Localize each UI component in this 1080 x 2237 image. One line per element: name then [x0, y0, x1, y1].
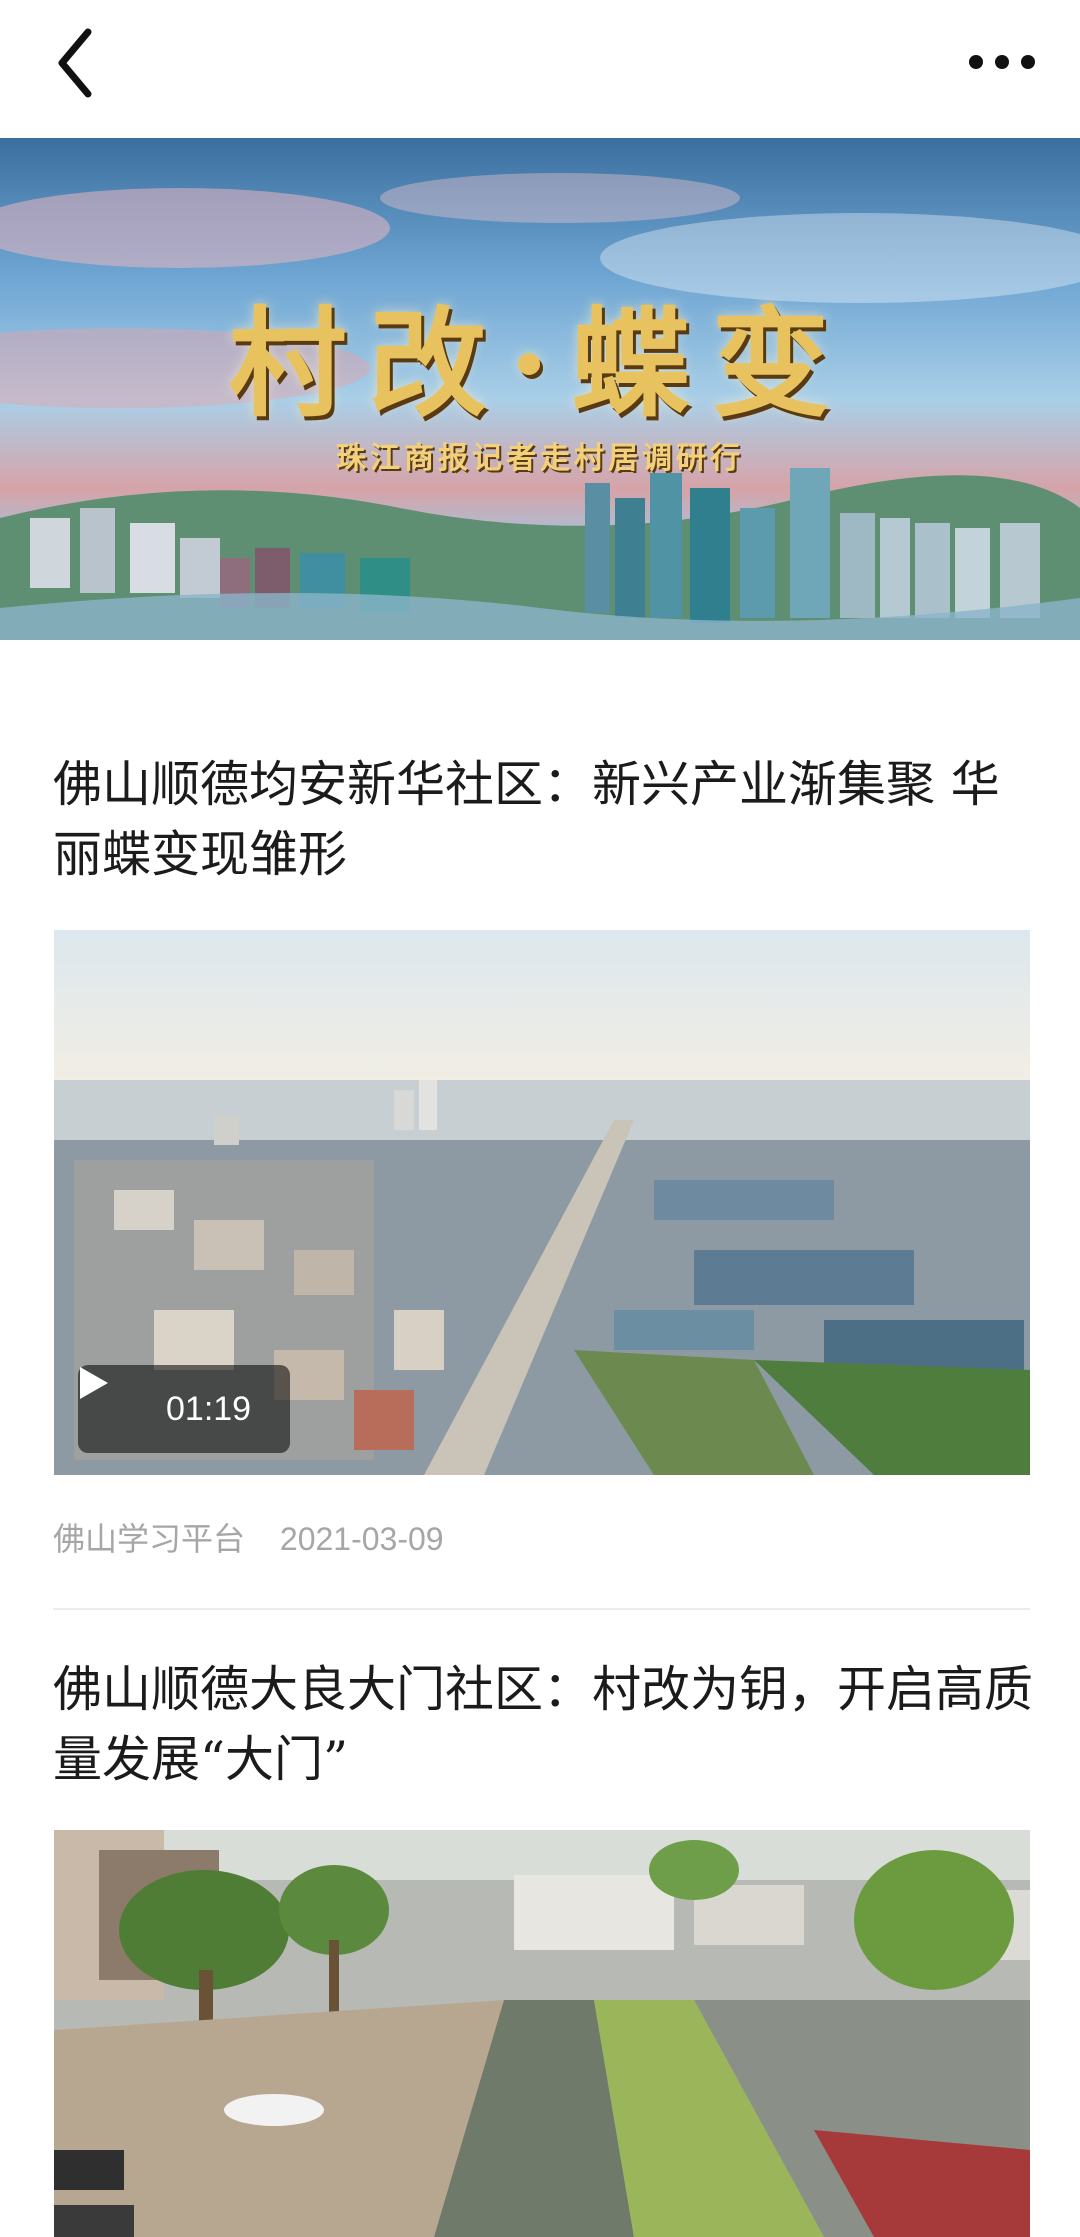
article-title-2[interactable]: 佛山顺德大良大门社区：村改为钥，开启高质量发展“大门” [53, 1655, 1033, 1795]
back-button[interactable] [50, 24, 110, 102]
chevron-left-icon [58, 28, 92, 98]
video-duration-badge[interactable]: 01:19 [78, 1365, 290, 1453]
header-banner: 村改·蝶变 珠江商报记者走村居调研行 [0, 138, 1080, 640]
top-nav-bar [0, 0, 1080, 138]
article-source: 佛山学习平台 [53, 1521, 246, 1557]
article-divider [53, 1608, 1030, 1610]
banner-title: 村改·蝶变 [228, 294, 852, 433]
article-title-1[interactable]: 佛山顺德均安新华社区：新兴产业渐集聚 华丽蝶变现雏形 [53, 750, 1033, 890]
banner-subtitle: 珠江商报记者走村居调研行 [336, 441, 744, 476]
article-image-2[interactable] [54, 1830, 1030, 2237]
article-date: 2021-03-09 [279, 1521, 444, 1557]
video-duration: 01:19 [166, 1390, 252, 1428]
community-canal-photo [54, 1830, 1030, 2237]
play-icon [80, 1367, 108, 1399]
article-video-1[interactable]: 01:19 [54, 930, 1030, 1475]
more-button[interactable] [964, 40, 1040, 84]
article-meta-1: 佛山学习平台 2021-03-09 [53, 1514, 444, 1560]
more-horizontal-icon [969, 55, 1035, 69]
